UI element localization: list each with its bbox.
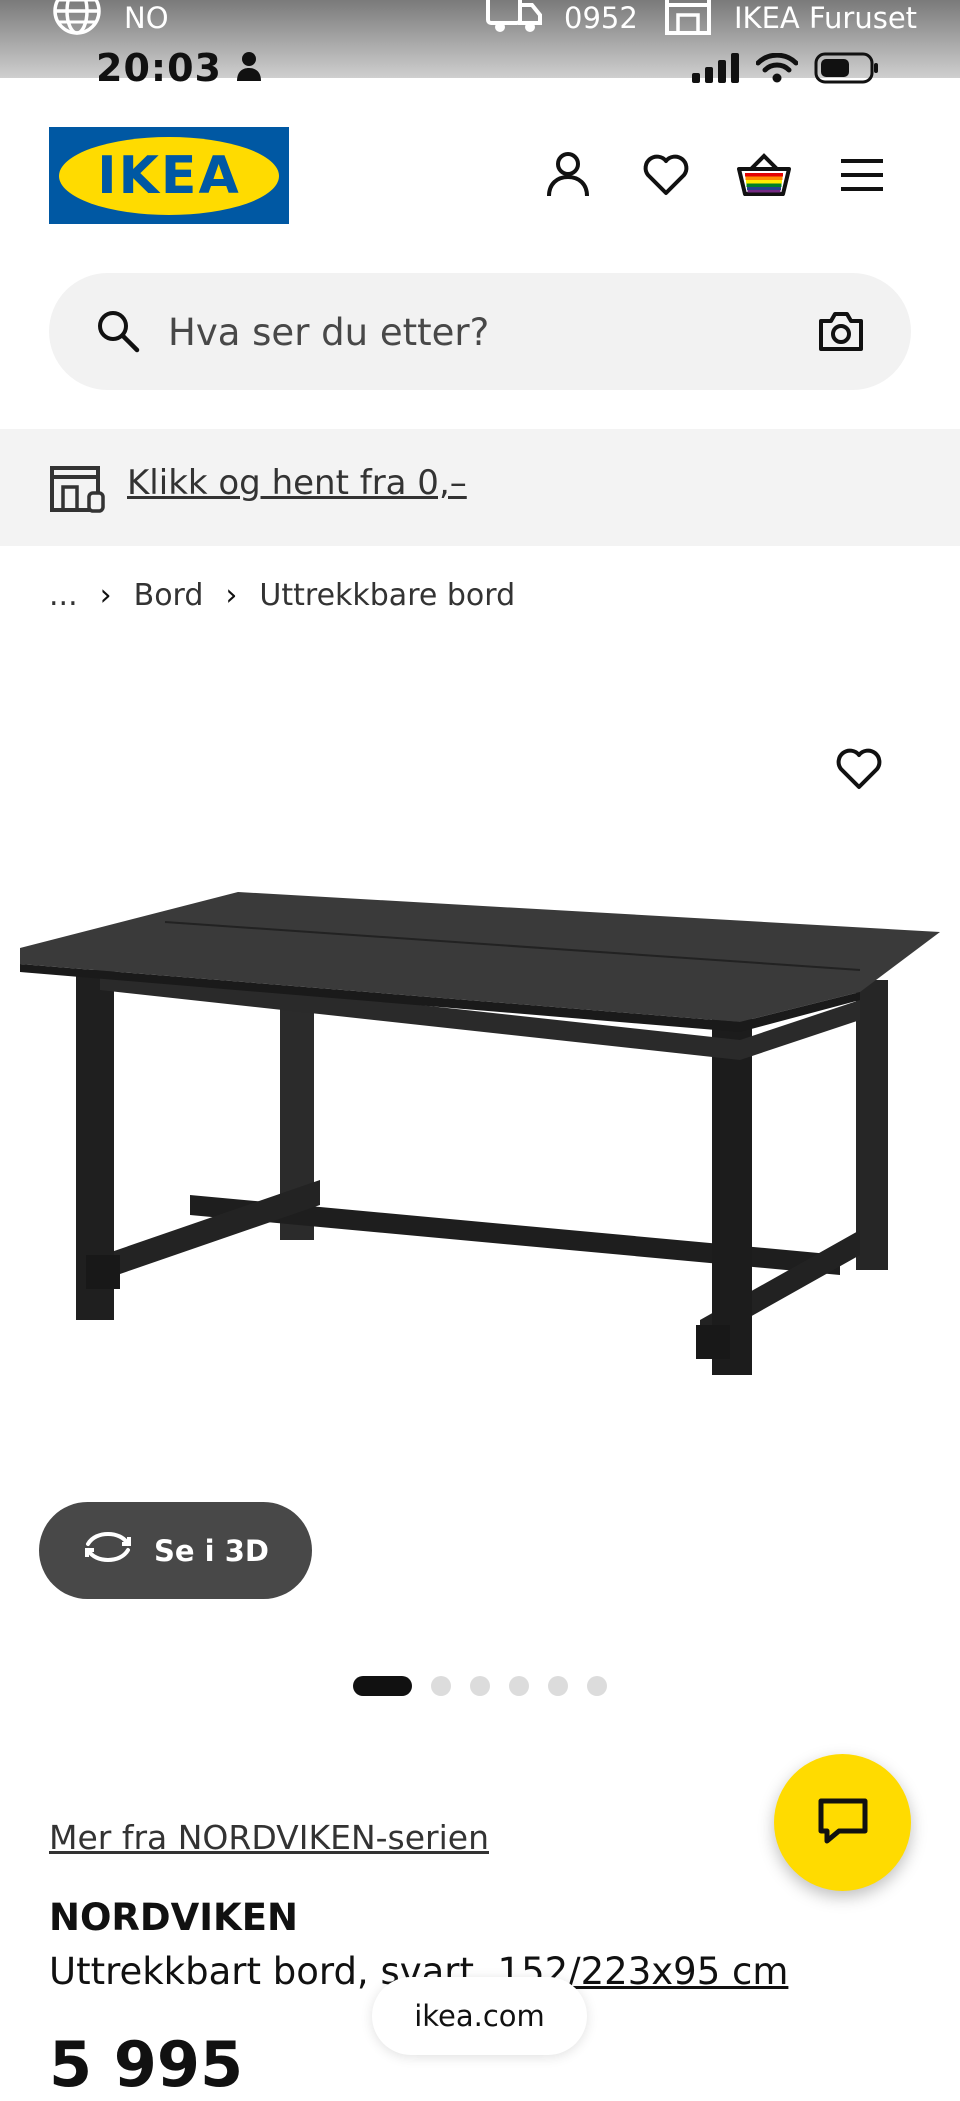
gallery-pagination[interactable]	[353, 1676, 607, 1696]
ikea-logo[interactable]: IKEA	[49, 127, 289, 224]
gallery-dot[interactable]	[587, 1676, 607, 1696]
postcode-label: 0952	[564, 1, 638, 35]
globe-icon	[52, 0, 102, 44]
search-input[interactable]	[166, 301, 820, 363]
gallery-dot[interactable]	[509, 1676, 529, 1696]
store-label: IKEA Furuset	[734, 1, 918, 35]
delivery-postcode[interactable]: 0952	[486, 0, 638, 36]
logo-oval: IKEA	[59, 136, 279, 215]
basket-icon[interactable]	[737, 148, 791, 202]
view-in-3d-label: Se i 3D	[154, 1533, 269, 1568]
person-icon[interactable]	[541, 148, 595, 202]
breadcrumb-item-bord[interactable]: Bord	[134, 578, 204, 613]
language-selector[interactable]: NO	[52, 0, 169, 36]
product-image[interactable]	[0, 700, 960, 1460]
heart-icon	[836, 748, 882, 794]
product-name: NORDVIKEN	[49, 1896, 298, 1939]
gallery-dot[interactable]	[470, 1676, 490, 1696]
rotate-3d-icon	[82, 1530, 134, 1571]
breadcrumb-item-uttrekkbare-bord[interactable]: Uttrekkbare bord	[259, 578, 515, 613]
breadcrumb: ... › Bord › Uttrekkbare bord	[49, 578, 515, 613]
store-icon	[664, 0, 712, 42]
search-icon	[96, 309, 140, 357]
gallery-dot[interactable]	[431, 1676, 451, 1696]
status-bar-top-row: NO 0952 IKEA Furuset	[0, 0, 960, 36]
chevron-right-icon: ›	[225, 578, 238, 613]
series-link[interactable]: Mer fra NORDVIKEN-serien	[49, 1818, 489, 1857]
menu-icon[interactable]	[835, 148, 889, 202]
chat-button[interactable]	[774, 1754, 911, 1891]
delivery-truck-icon	[486, 0, 542, 42]
click-collect-banner: Klikk og hent fra 0,–	[0, 429, 960, 546]
chevron-right-icon: ›	[99, 578, 112, 613]
view-in-3d-button[interactable]: Se i 3D	[39, 1502, 312, 1599]
gallery-dot[interactable]	[548, 1676, 568, 1696]
browser-url-bar[interactable]: ikea.com	[372, 1977, 587, 2055]
breadcrumb-ellipsis[interactable]: ...	[49, 578, 78, 613]
camera-icon[interactable]	[818, 310, 864, 356]
logo-text: IKEA	[97, 145, 241, 206]
status-bar: NO 0952 IKEA Furuset 20:03	[0, 0, 960, 90]
add-to-favourites-button[interactable]	[836, 748, 890, 802]
browser-url: ikea.com	[414, 1999, 545, 2033]
language-label: NO	[124, 1, 169, 35]
product-price: 5 995	[49, 2028, 244, 2101]
store-pickup-icon	[49, 465, 105, 517]
heart-icon[interactable]	[639, 148, 693, 202]
site-header: IKEA	[0, 78, 960, 268]
search-bar[interactable]	[49, 273, 911, 390]
click-collect-link[interactable]: Klikk og hent fra 0,–	[127, 463, 467, 503]
chat-bubble-icon	[817, 1797, 869, 1849]
store-selector[interactable]: IKEA Furuset	[664, 0, 917, 36]
gallery-dot-active[interactable]	[353, 1676, 412, 1696]
